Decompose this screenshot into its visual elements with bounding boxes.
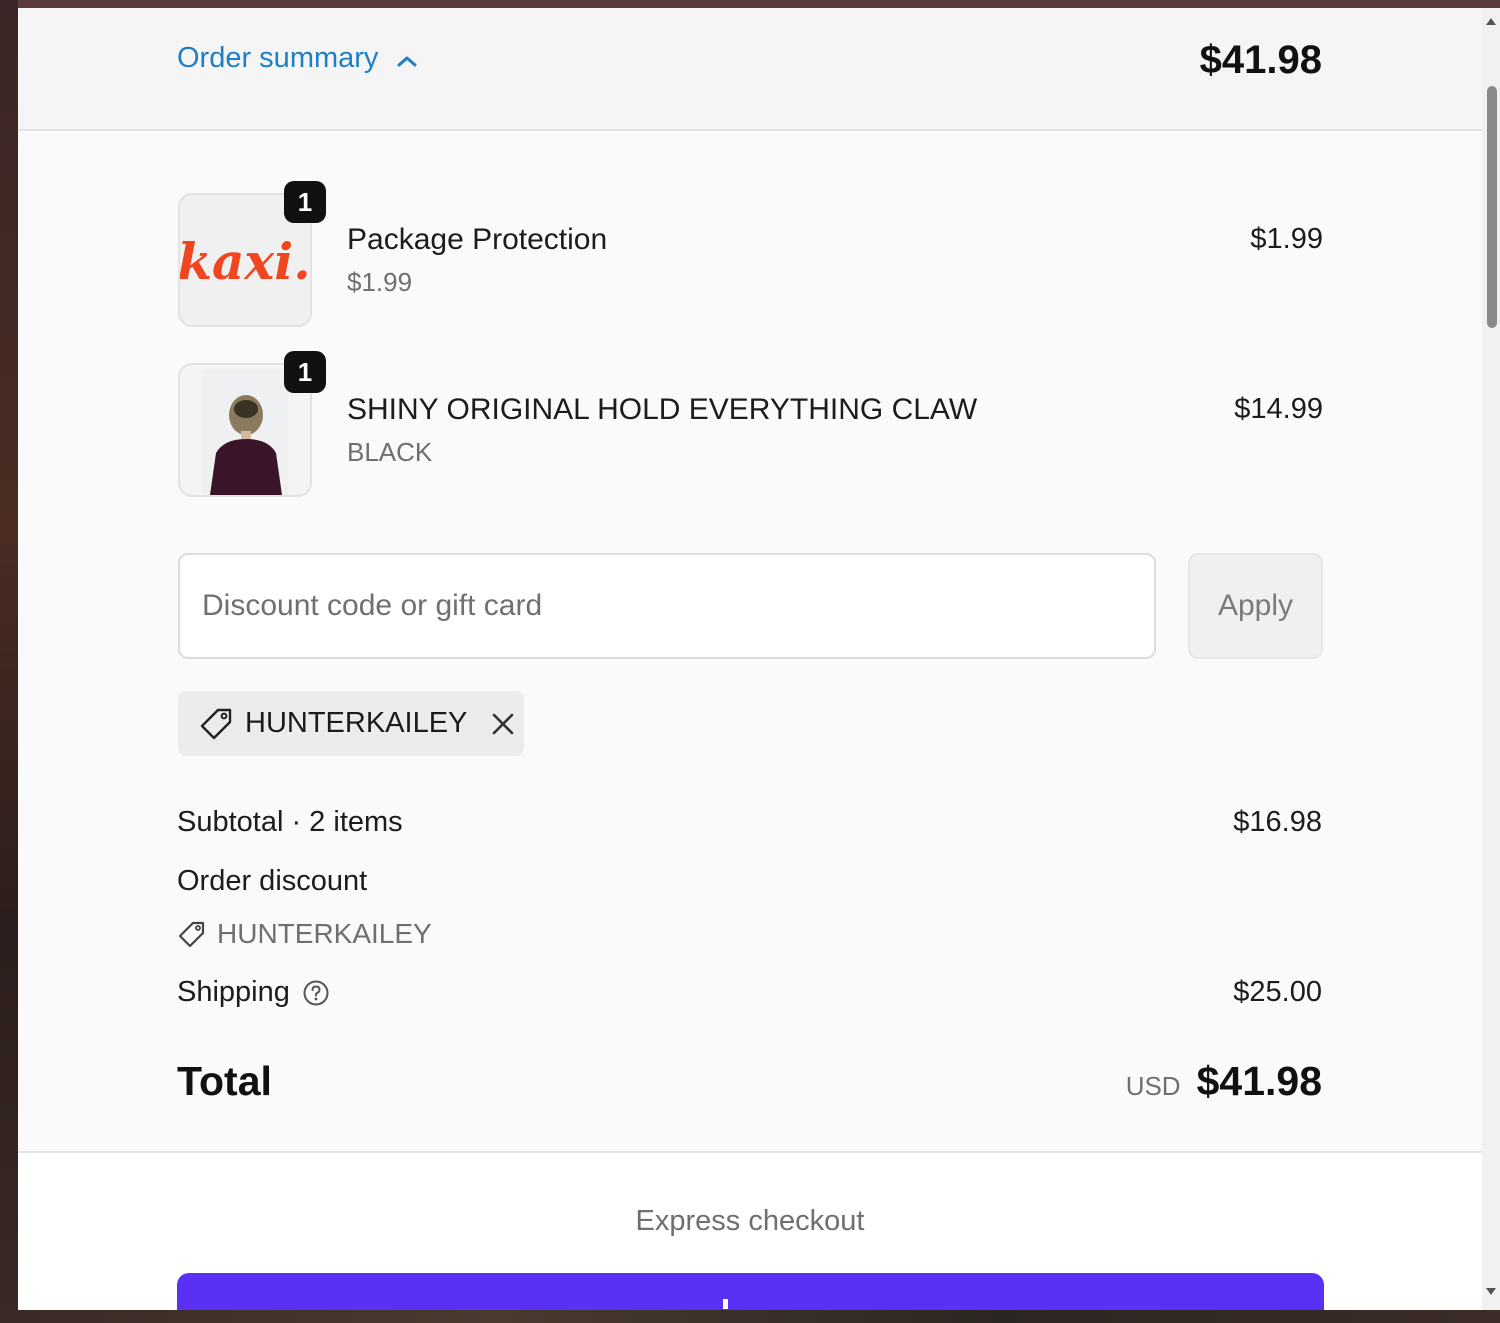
order-discount-label: Order discount xyxy=(177,865,368,897)
order-summary-toggle-label: Order summary xyxy=(177,42,379,74)
applied-discount-chip: HUNTERKAILEY xyxy=(178,691,524,756)
order-summary-total: $41.98 xyxy=(1199,38,1322,82)
total-value-group: USD $41.98 xyxy=(1126,1058,1322,1105)
svg-text:kaxi.: kaxi. xyxy=(180,232,310,291)
line-item-price: $1.99 xyxy=(1250,223,1323,255)
tag-icon xyxy=(178,921,205,948)
tag-icon xyxy=(200,708,232,739)
window-top-strip xyxy=(0,0,1500,8)
subtotal-label: Subtotal · 2 items xyxy=(177,806,403,838)
line-item-title: SHINY ORIGINAL HOLD EVERYTHING CLAW xyxy=(347,393,978,426)
order-summary-toggle[interactable]: Order summary xyxy=(177,42,418,75)
applied-discount-code: HUNTERKAILEY xyxy=(245,707,468,739)
express-checkout-title: Express checkout xyxy=(635,1205,865,1237)
desktop-background-bottom xyxy=(0,1310,1500,1323)
quantity-badge: 1 xyxy=(284,181,326,223)
order-discount-code-row: HUNTERKAILEY xyxy=(177,918,432,950)
discount-code-input[interactable] xyxy=(178,553,1156,659)
line-item-subtitle: $1.99 xyxy=(347,267,413,297)
currency-code: USD xyxy=(1125,1071,1181,1101)
desktop-background-edge xyxy=(0,0,18,1323)
scroll-thumb[interactable] xyxy=(1487,86,1497,328)
vertical-scrollbar[interactable] xyxy=(1482,8,1500,1310)
quantity-badge: 1 xyxy=(284,351,326,393)
total-value: $41.98 xyxy=(1196,1058,1322,1104)
scroll-up-arrow-icon[interactable] xyxy=(1486,18,1496,25)
checkout-window: Order summary $41.98 kaxi. 1 Package Pro… xyxy=(18,8,1482,1310)
subtotal-value: $16.98 xyxy=(1233,806,1322,838)
shop-pay-logo-fragment xyxy=(723,1299,728,1309)
chevron-up-icon xyxy=(397,56,417,66)
line-item: kaxi. 1 Package Protection $1.99 $1.99 xyxy=(178,181,1323,329)
apply-discount-button[interactable]: Apply xyxy=(1188,553,1323,659)
line-item-price: $14.99 xyxy=(1234,393,1323,425)
order-summary-header: Order summary $41.98 xyxy=(18,8,1482,131)
line-item-subtitle: BLACK xyxy=(347,437,433,467)
help-icon[interactable] xyxy=(302,979,330,1007)
shop-pay-button[interactable] xyxy=(177,1273,1324,1310)
shipping-row: Shipping xyxy=(177,976,330,1009)
shipping-label: Shipping xyxy=(177,976,290,1008)
order-discount-code: HUNTERKAILEY xyxy=(217,918,432,949)
close-icon[interactable] xyxy=(489,710,517,738)
line-item-title: Package Protection xyxy=(347,223,608,256)
shipping-value: $25.00 xyxy=(1233,976,1322,1008)
total-label: Total xyxy=(177,1058,272,1104)
line-item: 1 SHINY ORIGINAL HOLD EVERYTHING CLAW BL… xyxy=(178,351,1323,499)
scroll-down-arrow-icon[interactable] xyxy=(1486,1288,1496,1295)
express-checkout-section: Express checkout xyxy=(18,1151,1482,1310)
